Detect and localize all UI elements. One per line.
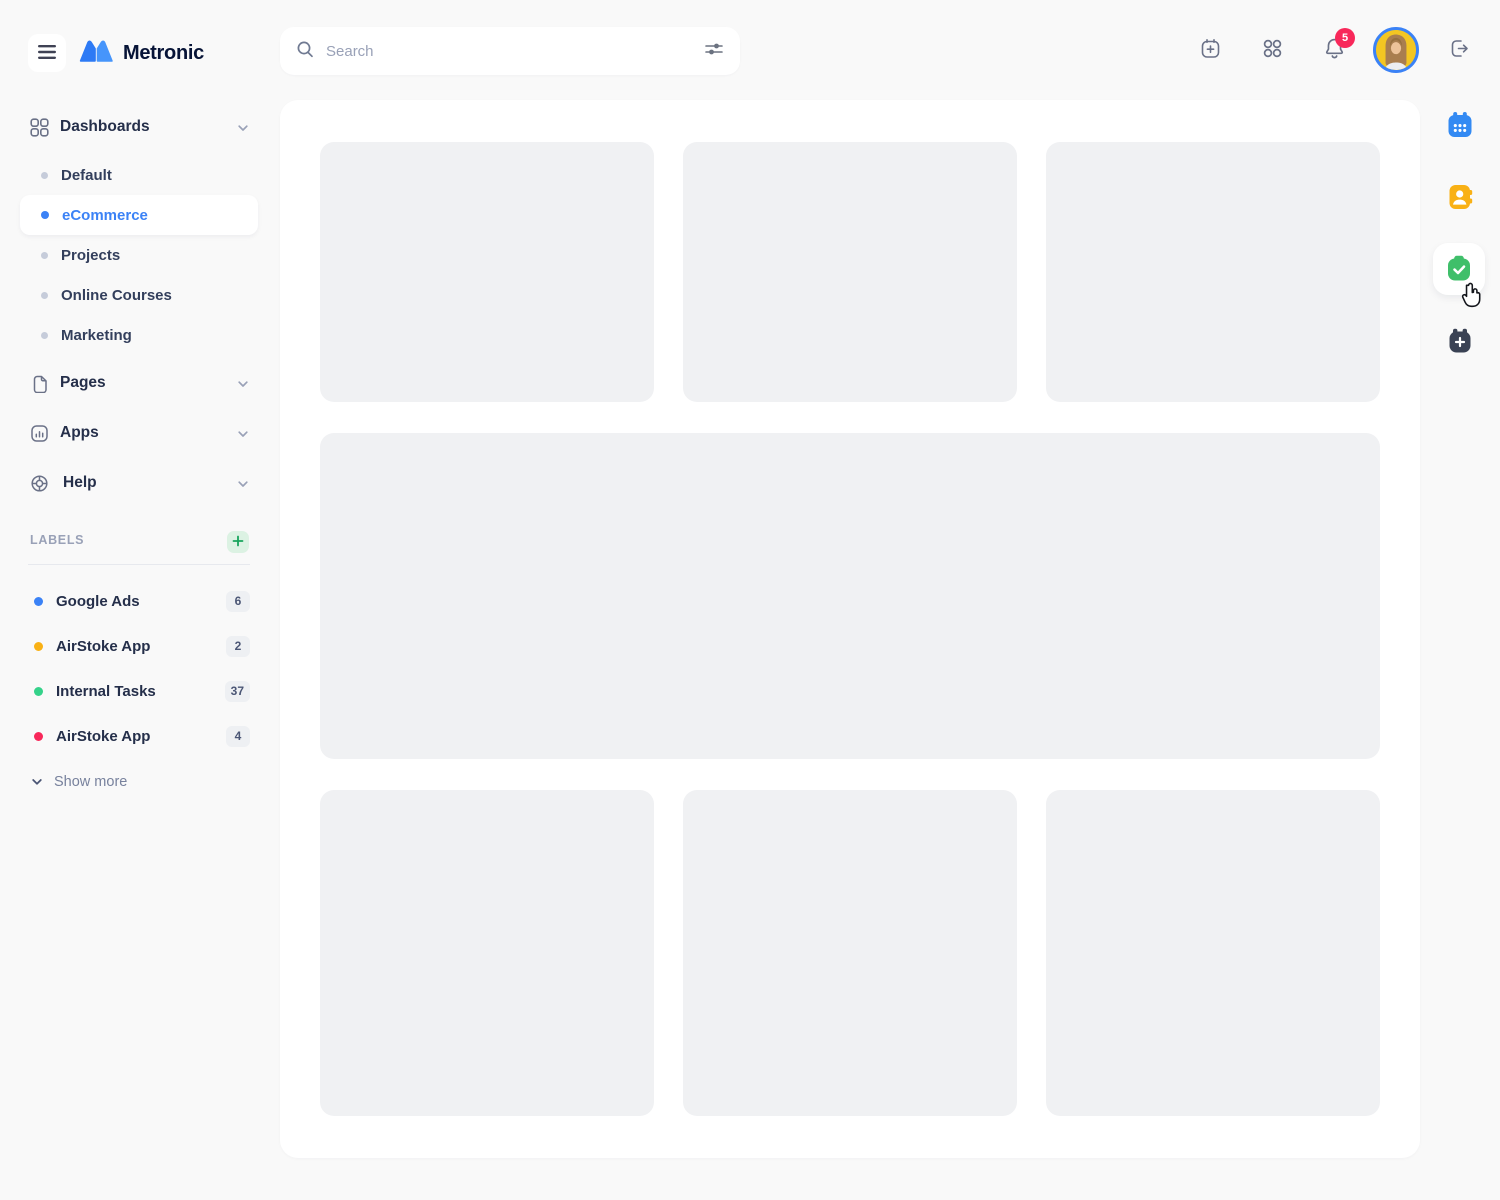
notification-count-badge: 5 (1335, 28, 1355, 48)
label-name: AirStoke App (56, 728, 150, 745)
bullet-dot (41, 211, 49, 219)
sidebar-item-online-courses[interactable]: Online Courses (20, 275, 258, 315)
placeholder-card (320, 790, 654, 1116)
menu-button[interactable] (28, 34, 66, 72)
sidebar-section-label: Help (63, 474, 97, 492)
help-icon (30, 474, 49, 498)
sign-out-icon (1448, 37, 1471, 63)
sidebar-section-pages[interactable]: Pages (0, 365, 260, 401)
filter-sliders-icon[interactable] (704, 41, 724, 62)
placeholder-card (683, 790, 1017, 1116)
rail-contacts-button[interactable] (1445, 183, 1475, 213)
sidebar-item-label: Marketing (61, 327, 132, 344)
placeholder-card-wide (320, 433, 1380, 759)
bullet-dot (41, 252, 48, 259)
rail-calendar-button[interactable] (1445, 111, 1475, 141)
label-color-dot (34, 597, 43, 606)
label-count-badge: 37 (225, 681, 250, 702)
pages-icon (30, 374, 49, 398)
apps-grid-icon (1261, 37, 1284, 63)
add-plus-icon (1446, 327, 1474, 358)
label-count-badge: 4 (226, 726, 250, 747)
search-bar[interactable] (280, 27, 740, 75)
apps-grid-button[interactable] (1252, 30, 1292, 70)
chevron-down-icon (236, 121, 250, 140)
brand-name: Metronic (123, 42, 204, 65)
calendar-icon (1445, 110, 1475, 143)
rail-tasks-button-active[interactable] (1433, 243, 1485, 295)
sidebar-item-ecommerce[interactable]: eCommerce (20, 195, 258, 235)
label-color-dot (34, 732, 43, 741)
tasks-check-icon (1443, 252, 1475, 287)
chevron-down-icon (236, 377, 250, 396)
search-input[interactable] (326, 43, 704, 60)
sidebar-section-label: Pages (60, 374, 106, 392)
calendar-add-icon (1199, 37, 1222, 63)
sidebar-item-default[interactable]: Default (20, 155, 258, 195)
add-label-button[interactable] (227, 531, 249, 553)
main-content-card (280, 100, 1420, 1158)
label-color-dot (34, 642, 43, 651)
brand: Metronic (78, 36, 204, 70)
sidebar-item-label: Online Courses (61, 287, 172, 304)
calendar-add-button[interactable] (1190, 30, 1230, 70)
sidebar-section-help[interactable]: Help (0, 465, 260, 501)
sidebar-section-apps[interactable]: Apps (0, 415, 260, 451)
label-count-badge: 6 (226, 591, 250, 612)
show-more-label: Show more (54, 774, 127, 790)
show-more-button[interactable]: Show more (22, 768, 135, 796)
sidebar-item-label: Projects (61, 247, 120, 264)
placeholder-card (1046, 142, 1380, 402)
sidebar-item-marketing[interactable]: Marketing (20, 315, 258, 355)
label-google-ads[interactable]: Google Ads 6 (20, 585, 250, 617)
sidebar-section-dashboards[interactable]: Dashboards (0, 109, 260, 145)
label-count-badge: 2 (226, 636, 250, 657)
chevron-down-icon (236, 477, 250, 496)
placeholder-card (320, 142, 654, 402)
placeholder-card (1046, 790, 1380, 1116)
sidebar-item-label: Default (61, 167, 112, 184)
labels-heading: LABELS (30, 533, 84, 547)
dashboards-grid-icon (30, 118, 49, 142)
chevron-down-icon (236, 427, 250, 446)
label-name: Internal Tasks (56, 683, 156, 700)
sign-out-button[interactable] (1439, 30, 1479, 70)
label-name: AirStoke App (56, 638, 150, 655)
sidebar-item-projects[interactable]: Projects (20, 235, 258, 275)
plus-icon (232, 535, 244, 550)
label-internal-tasks[interactable]: Internal Tasks 37 (20, 675, 250, 707)
rail-add-button[interactable] (1445, 327, 1475, 357)
label-name: Google Ads (56, 593, 140, 610)
metronic-logo-icon (78, 37, 114, 70)
search-icon (296, 40, 314, 63)
sidebar-section-label: Apps (60, 424, 99, 442)
divider (28, 564, 250, 565)
apps-icon (30, 424, 49, 448)
placeholder-card (683, 142, 1017, 402)
contacts-icon (1445, 182, 1475, 215)
label-color-dot (34, 687, 43, 696)
bullet-dot (41, 332, 48, 339)
bullet-dot (41, 172, 48, 179)
chevron-down-icon (30, 775, 44, 789)
label-airstoke-app-2[interactable]: AirStoke App 4 (20, 720, 250, 752)
avatar[interactable] (1373, 27, 1419, 73)
sidebar-item-label: eCommerce (62, 207, 148, 224)
label-airstoke-app[interactable]: AirStoke App 2 (20, 630, 250, 662)
menu-icon (37, 44, 57, 63)
sidebar-section-label: Dashboards (60, 118, 150, 136)
bullet-dot (41, 292, 48, 299)
